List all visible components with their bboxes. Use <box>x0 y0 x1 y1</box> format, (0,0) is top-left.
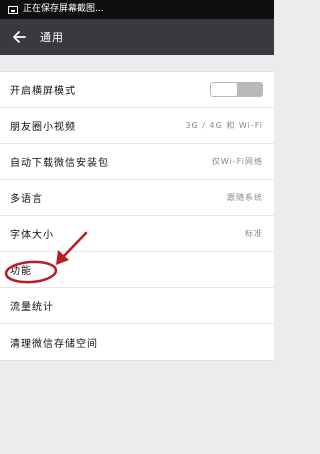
font-size-value: 标准 <box>245 229 263 238</box>
page-title: 通用 <box>40 31 64 44</box>
font-size-label: 字体大小 <box>10 230 54 241</box>
language-label: 多语言 <box>10 194 43 205</box>
language-row[interactable]: 多语言 跟随系统 <box>0 180 274 216</box>
landscape-mode-toggle[interactable] <box>210 82 263 97</box>
moments-video-value: 3G / 4G 和 Wi-Fi <box>185 121 263 130</box>
clear-storage-row[interactable]: 清理微信存储空间 <box>0 324 274 360</box>
data-usage-label: 流量统计 <box>10 302 54 313</box>
features-label: 功能 <box>10 266 32 277</box>
screenshot-icon <box>8 5 18 14</box>
top-app-bar: 通用 <box>0 19 274 55</box>
settings-list: 开启横屏模式 朋友圈小视频 3G / 4G 和 Wi-Fi 自动下载微信安装包 … <box>0 71 274 361</box>
status-bar: 正在保存屏幕截图... <box>0 0 274 19</box>
data-usage-row[interactable]: 流量统计 <box>0 288 274 324</box>
features-row[interactable]: 功能 <box>0 252 274 288</box>
moments-video-label: 朋友圈小视频 <box>10 122 76 133</box>
auto-download-row[interactable]: 自动下载微信安装包 仅Wi-Fi网络 <box>0 144 274 180</box>
back-arrow-icon[interactable] <box>1 19 37 55</box>
auto-download-label: 自动下载微信安装包 <box>10 158 109 169</box>
landscape-mode-row[interactable]: 开启横屏模式 <box>0 72 274 108</box>
auto-download-value: 仅Wi-Fi网络 <box>211 157 263 166</box>
font-size-row[interactable]: 字体大小 标准 <box>0 216 274 252</box>
toggle-knob <box>211 83 237 96</box>
clear-storage-label: 清理微信存储空间 <box>10 338 98 350</box>
landscape-mode-label: 开启横屏模式 <box>10 86 76 97</box>
language-value: 跟随系统 <box>227 193 263 202</box>
moments-video-row[interactable]: 朋友圈小视频 3G / 4G 和 Wi-Fi <box>0 108 274 144</box>
status-text: 正在保存屏幕截图... <box>23 4 104 14</box>
